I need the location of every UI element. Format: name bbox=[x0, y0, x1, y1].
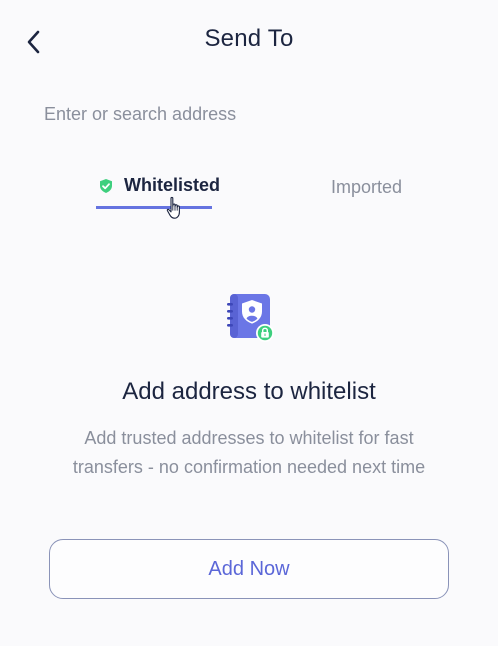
tab-whitelisted-label: Whitelisted bbox=[124, 175, 221, 195]
address-book-shield-icon bbox=[227, 294, 274, 342]
tab-imported[interactable]: Imported bbox=[331, 165, 411, 209]
tab-imported-label: Imported bbox=[331, 176, 403, 197]
page-title: Send To bbox=[204, 25, 294, 52]
address-search-input[interactable] bbox=[44, 98, 464, 130]
send-to-screen: Send To Whitelisted Imported bbox=[0, 0, 498, 646]
empty-state-title: Add address to whitelist bbox=[122, 378, 376, 405]
add-now-button[interactable]: Add Now bbox=[49, 539, 449, 599]
address-tabs: Whitelisted Imported bbox=[0, 165, 498, 213]
header: Send To bbox=[0, 0, 498, 80]
shield-check-icon bbox=[98, 178, 114, 194]
empty-state-description: Add trusted addresses to whitelist for f… bbox=[72, 428, 426, 477]
tab-whitelisted[interactable]: Whitelisted bbox=[96, 165, 220, 209]
